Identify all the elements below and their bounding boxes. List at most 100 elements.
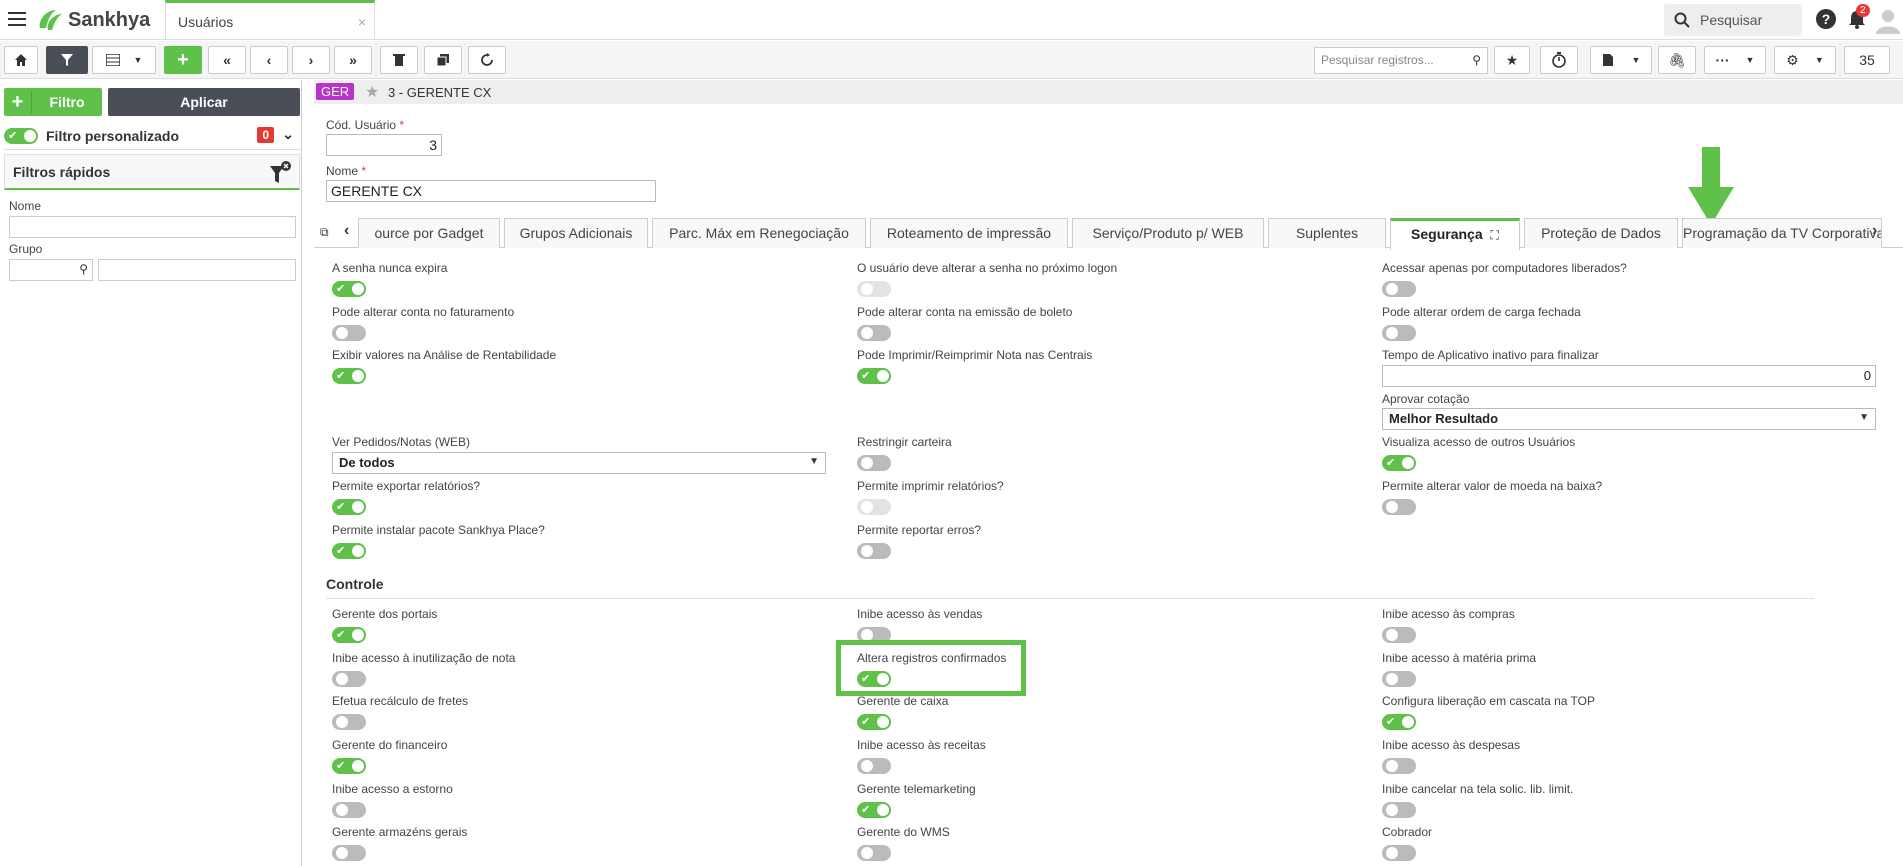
tab-protecao-dados[interactable]: Proteção de Dados [1524, 218, 1678, 248]
alterar-conta-boleto-toggle[interactable] [857, 325, 891, 341]
gerente-caixa-toggle[interactable] [857, 714, 891, 730]
copy-icon [436, 54, 449, 67]
filter-button[interactable]: + Filtro [4, 88, 102, 116]
add-button[interactable]: + [164, 46, 202, 74]
grid-view-button[interactable]: ▼ [92, 46, 156, 74]
imprimir-relatorios-toggle[interactable] [857, 499, 891, 515]
tab-bar: ⧉ ‹ ource por Gadget Grupos Adicionais P… [314, 216, 1903, 250]
inibe-cancelar-toggle[interactable] [1382, 802, 1416, 818]
prev-record-button[interactable]: ‹ [250, 46, 288, 74]
tab-resource-gadget[interactable]: ource por Gadget [358, 218, 500, 248]
attachment-button[interactable]: 🖇 [1658, 46, 1696, 74]
custom-filter-label: Filtro personalizado [46, 127, 180, 144]
inibe-receitas-toggle[interactable] [857, 758, 891, 774]
custom-filter-toggle[interactable] [4, 127, 38, 144]
search-icon [1674, 12, 1690, 28]
copy-icon[interactable]: ⧉ [320, 225, 329, 240]
report-button[interactable]: ▼ [1590, 46, 1652, 74]
tab-parc-max[interactable]: Parc. Máx em Renegociação [652, 218, 866, 248]
chevron-left-icon[interactable]: ‹ [344, 222, 349, 240]
alterar-conta-fat-toggle[interactable] [332, 325, 366, 341]
close-icon[interactable]: × [358, 14, 366, 30]
tab-suplentes[interactable]: Suplentes [1268, 218, 1386, 248]
avatar[interactable] [1876, 8, 1900, 34]
logo[interactable]: Sankhya [36, 6, 150, 34]
senha-nunca-expira-toggle[interactable] [332, 281, 366, 297]
name-label-text: Nome [326, 164, 359, 178]
name-input[interactable]: GERENTE CX [326, 180, 656, 202]
chevron-down-icon[interactable]: ⌄ [282, 126, 294, 143]
first-record-button[interactable]: « [208, 46, 246, 74]
gerente-portais-toggle[interactable] [332, 627, 366, 643]
settings-button[interactable]: ⚙ ▼ [1774, 46, 1836, 74]
delete-button[interactable] [380, 46, 418, 74]
inibe-materia-label: Inibe acesso à matéria prima [1382, 651, 1537, 665]
inibe-materia-toggle[interactable] [1382, 671, 1416, 687]
inibe-compras-toggle[interactable] [1382, 627, 1416, 643]
imprimir-nota-label: Pode Imprimir/Reimprimir Nota nas Centra… [857, 348, 1093, 362]
copy-button[interactable] [424, 46, 462, 74]
tab-servico-produto[interactable]: Serviço/Produto p/ WEB [1072, 218, 1264, 248]
search-icon[interactable]: ⚲ [79, 262, 88, 276]
tab-seguranca[interactable]: Segurança ⛶ [1390, 218, 1520, 250]
timer-button[interactable] [1540, 46, 1578, 74]
alterar-ordem-carga-label: Pode alterar ordem de carga fechada [1382, 305, 1581, 319]
exportar-relatorios-label: Permite exportar relatórios? [332, 479, 481, 493]
config-cascata-toggle[interactable] [1382, 714, 1416, 730]
ver-pedidos-select[interactable]: De todos ▼ [332, 452, 826, 474]
tab-usuarios[interactable]: Usuários × [165, 0, 375, 40]
gerente-telemarketing-toggle[interactable] [857, 802, 891, 818]
favorite-button[interactable]: ★ [1494, 46, 1530, 74]
visualiza-acesso-toggle[interactable] [1382, 455, 1416, 471]
more-actions-button[interactable]: ··· ▼ [1704, 46, 1766, 74]
restringir-carteira-toggle[interactable] [857, 455, 891, 471]
refresh-button[interactable] [468, 46, 506, 74]
global-search[interactable]: Pesquisar [1664, 4, 1802, 36]
apply-button[interactable]: Aplicar [108, 88, 300, 116]
aprovar-cotacao-select[interactable]: Melhor Resultado ▼ [1382, 408, 1876, 430]
expand-icon[interactable]: ⛶ [1491, 228, 1499, 242]
reportar-erros-toggle[interactable] [857, 543, 891, 559]
page-size-field[interactable]: 35 [1844, 46, 1890, 74]
computadores-liberados-toggle[interactable] [1382, 281, 1416, 297]
next-record-button[interactable]: › [292, 46, 330, 74]
instalar-pacote-toggle[interactable] [332, 543, 366, 559]
help-icon[interactable]: ? [1816, 9, 1836, 29]
alterar-moeda-toggle[interactable] [1382, 499, 1416, 515]
group-name-input[interactable] [98, 259, 296, 281]
exportar-relatorios-toggle[interactable] [332, 499, 366, 515]
tab-grupos-adicionais[interactable]: Grupos Adicionais [504, 218, 648, 248]
record-header: GER ★ 3 - GERENTE CX [314, 80, 1903, 104]
home-button[interactable] [4, 46, 38, 74]
menu-icon[interactable] [8, 12, 26, 26]
exibir-valores-toggle[interactable] [332, 368, 366, 384]
inibe-inutilizacao-toggle[interactable] [332, 671, 366, 687]
inibe-despesas-toggle[interactable] [1382, 758, 1416, 774]
user-code-input[interactable]: 3 [326, 134, 442, 156]
custom-filter-row[interactable]: Filtro personalizado 0 ⌄ [4, 122, 300, 150]
star-icon[interactable]: ★ [365, 82, 379, 102]
tab-programacao-tv[interactable]: Programação da TV Corporativa [1682, 218, 1882, 248]
imprimir-nota-toggle[interactable] [857, 368, 891, 384]
inibe-estorno-toggle[interactable] [332, 802, 366, 818]
record-search-input[interactable]: Pesquisar registros... ⚲ [1314, 47, 1488, 74]
recalculo-fretes-toggle[interactable] [332, 714, 366, 730]
gerente-financeiro-toggle[interactable] [332, 758, 366, 774]
clear-filter-icon[interactable] [269, 161, 291, 185]
chevron-right-icon[interactable]: › [1872, 222, 1877, 240]
last-record-button[interactable]: » [334, 46, 372, 74]
filter-toggle-button[interactable] [46, 46, 88, 74]
alterar-ordem-carga-toggle[interactable] [1382, 325, 1416, 341]
restringir-carteira-label: Restringir carteira [857, 435, 952, 449]
name-filter-input[interactable] [9, 216, 296, 238]
refresh-icon [481, 53, 493, 66]
tempo-inativo-input[interactable]: 0 [1382, 365, 1876, 387]
quick-filters-header: Filtros rápidos [4, 154, 300, 190]
cobrador-toggle[interactable] [1382, 845, 1416, 861]
plus-icon: + [4, 90, 32, 114]
gerente-wms-toggle[interactable] [857, 845, 891, 861]
group-code-input[interactable]: ⚲ [9, 259, 93, 281]
tab-roteamento[interactable]: Roteamento de impressão [870, 218, 1068, 248]
gerente-armazens-toggle[interactable] [332, 845, 366, 861]
alterar-senha-toggle[interactable] [857, 281, 891, 297]
